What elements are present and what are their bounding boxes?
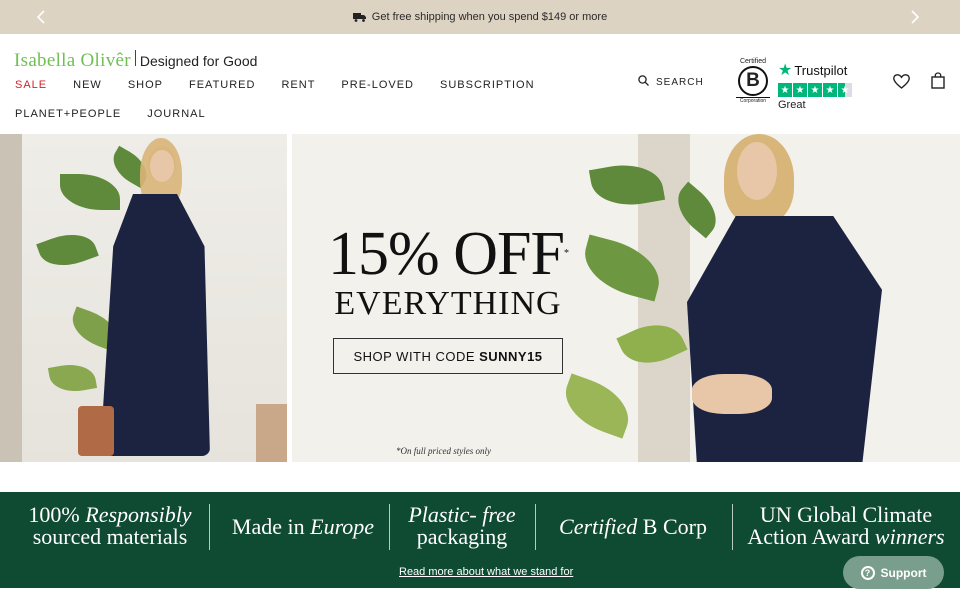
nav-item-rent[interactable]: RENT [281, 79, 315, 91]
promo-code: SUNNY15 [479, 348, 543, 364]
brand-values-strip: 100% Responsibly sourced materials Made … [0, 492, 960, 588]
plant-leaf [60, 174, 120, 210]
nav-item-pre-loved[interactable]: PRE-LOVED [341, 79, 414, 91]
chevron-left-icon[interactable] [30, 6, 52, 28]
promo-headline: EVERYTHING [334, 285, 562, 322]
nav-item-featured[interactable]: FEATURED [189, 79, 255, 91]
model-dress [100, 194, 210, 456]
bcorp-certified: Certified [739, 58, 767, 65]
trustpilot-rating: Great [778, 99, 806, 111]
value-plastic-free: Plastic- free packaging [408, 502, 516, 549]
hero-image-left[interactable] [0, 134, 287, 462]
value-bcorp: Certified B Corp [559, 514, 707, 539]
support-button[interactable]: ? Support [843, 556, 944, 589]
value-made-in-europe: Made in Europe [231, 514, 375, 539]
nav-item-planet-people[interactable]: PLANET+PEOPLE [15, 108, 121, 120]
promo-fine-print: *On full priced styles only [396, 446, 491, 456]
question-icon: ? [860, 565, 875, 580]
search-icon [638, 75, 656, 89]
trustpilot-name: Trustpilot [794, 62, 848, 78]
model-dress [687, 216, 882, 462]
window-frame [0, 134, 22, 462]
bcorp-corporation: Corporation [736, 97, 770, 104]
trustpilot-star-icon: ★ [778, 62, 793, 79]
plant-pot [78, 406, 114, 456]
search-button[interactable]: SEARCH [638, 75, 704, 89]
promo-code-button[interactable]: SHOP WITH CODE SUNNY15 [333, 338, 563, 374]
nav-item-journal[interactable]: JOURNAL [147, 108, 205, 120]
star-icon: ★ [808, 83, 822, 97]
half-star-icon: ★ [838, 83, 852, 97]
model-face [737, 142, 777, 200]
brand-name: Isabella Olivêr [14, 50, 131, 71]
trustpilot-widget[interactable]: ★ Trustpilot ★ ★ ★ ★ ★ Great [778, 60, 853, 111]
value-divider [389, 504, 390, 550]
value-divider [209, 504, 210, 550]
nav-item-subscription[interactable]: SUBSCRIPTION [440, 79, 535, 91]
truck-icon [352, 12, 366, 22]
main-nav: SALE NEW SHOP FEATURED RENT PRE-LOVED SU… [15, 79, 561, 91]
star-icon: ★ [823, 83, 837, 97]
value-divider [535, 504, 536, 550]
nav-item-shop[interactable]: SHOP [128, 79, 163, 91]
plant-leaf [36, 225, 99, 275]
nav-item-new[interactable]: NEW [73, 79, 102, 91]
values-read-more-link[interactable]: Read more about what we stand for [399, 566, 573, 578]
search-label: SEARCH [656, 76, 704, 88]
support-label: Support [880, 565, 927, 580]
shopping-bag-icon[interactable] [931, 72, 945, 94]
chevron-right-icon[interactable] [904, 6, 926, 28]
main-nav-row2: PLANET+PEOPLE JOURNAL [15, 108, 232, 120]
logo[interactable]: Isabella Olivêr Designed for Good [14, 50, 257, 72]
plant-leaf [47, 360, 98, 396]
promo-discount: 15% OFF* [328, 220, 569, 288]
value-materials: 100% Responsibly sourced materials [28, 502, 192, 549]
site-header: Isabella Olivêr Designed for Good SALE N… [0, 34, 960, 134]
announcement-text: Get free shipping when you spend $149 or… [371, 11, 608, 23]
star-icon: ★ [778, 83, 792, 97]
value-un-award: UN Global Climate Action Award winners [747, 502, 945, 549]
model-face [150, 150, 174, 182]
bcorp-logo: B [738, 66, 768, 96]
promo-code-prefix: SHOP WITH CODE [353, 348, 476, 364]
hero-banner[interactable]: 15% OFF* EVERYTHING SHOP WITH CODE SUNNY… [292, 134, 960, 462]
furniture [256, 404, 287, 462]
value-divider [732, 504, 733, 550]
bcorp-badge: Certified B Corporation [736, 58, 770, 104]
promo-block: 15% OFF* EVERYTHING SHOP WITH CODE SUNNY… [328, 220, 569, 374]
star-icon: ★ [793, 83, 807, 97]
logo-divider [134, 50, 136, 66]
plant-leaf [556, 373, 638, 439]
nav-item-sale[interactable]: SALE [15, 79, 47, 91]
announcement-bar: Get free shipping when you spend $149 or… [0, 0, 960, 34]
wishlist-heart-icon[interactable] [893, 74, 910, 94]
model-hands [692, 374, 772, 414]
trustpilot-stars: ★ ★ ★ ★ ★ [778, 83, 853, 97]
brand-tagline: Designed for Good [139, 53, 258, 69]
